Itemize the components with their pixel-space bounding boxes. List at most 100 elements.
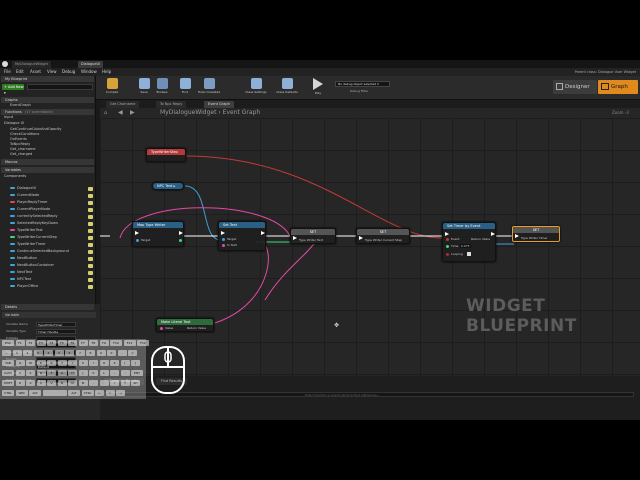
function-item[interactable]: Get_charged: [10, 152, 32, 157]
exec-in-pin[interactable]: [135, 231, 139, 235]
exec-out-pin[interactable]: [179, 231, 183, 235]
components-header[interactable]: Components: [4, 174, 26, 179]
variable-name: NextButtonContainer: [17, 263, 54, 267]
doc-tab-dialogueui[interactable]: DialogueUI: [78, 61, 104, 68]
visibility-eye-icon[interactable]: [88, 264, 93, 268]
keyboard-key: F9: [99, 340, 109, 346]
exec-out-pin[interactable]: [261, 231, 265, 235]
menu-view[interactable]: View: [47, 68, 57, 76]
details-section-variable[interactable]: Variable: [2, 312, 96, 318]
functions-header[interactable]: Functions (17 overridable): [1, 109, 94, 115]
compile-button[interactable]: Compile: [100, 77, 124, 99]
visibility-eye-icon[interactable]: [88, 222, 93, 226]
visibility-eye-icon[interactable]: [88, 187, 93, 191]
variable-item[interactable]: CurrentNode: [10, 193, 39, 198]
exec-in-pin[interactable]: [221, 231, 225, 235]
visibility-eye-icon[interactable]: [88, 271, 93, 275]
exec-in-pin[interactable]: [515, 234, 519, 238]
function-input[interactable]: Input: [4, 115, 13, 120]
hide-unrelated-button[interactable]: Hide Unrelated: [197, 77, 221, 99]
exec-in-pin[interactable]: [445, 232, 449, 236]
back-arrow-icon[interactable]: ◀: [118, 109, 123, 116]
designer-mode-button[interactable]: Designer: [553, 80, 597, 94]
forward-arrow-icon[interactable]: ▶: [130, 109, 135, 116]
class-defaults-button[interactable]: Class Defaults: [275, 77, 299, 99]
variable-item[interactable]: PlayerReplyTimer: [10, 200, 48, 205]
variable-item[interactable]: TypeWriterTimer: [10, 242, 46, 247]
variable-item[interactable]: NextButtonContainer: [10, 263, 54, 268]
variable-item[interactable]: currentlySelectedReply: [10, 214, 58, 219]
node-set-current-step[interactable]: SET Type Writer Current Step: [356, 228, 410, 244]
visibility-eye-icon[interactable]: [88, 285, 93, 289]
home-icon[interactable]: ⌂: [104, 110, 107, 116]
variable-item[interactable]: NPCText: [10, 277, 31, 282]
detail-value-field[interactable]: Timer Handle: [36, 329, 76, 334]
variable-item[interactable]: NextText: [10, 270, 32, 275]
variable-item[interactable]: ContinueSelectedBackground: [10, 249, 69, 254]
variable-item[interactable]: CurrentPlayerNode: [10, 207, 50, 212]
graph-mode-button[interactable]: Graph: [598, 80, 638, 94]
exec-in-pin[interactable]: [293, 236, 297, 240]
target-pin[interactable]: [222, 238, 225, 241]
time-pin[interactable]: [446, 245, 449, 248]
looping-checkbox[interactable]: [467, 252, 471, 256]
time-value-input[interactable]: 0.075: [460, 244, 471, 248]
menu-edit[interactable]: Edit: [16, 68, 24, 76]
function-dialogue-ui[interactable]: Dialogue UI: [4, 121, 24, 126]
menu-asset[interactable]: Asset: [30, 68, 41, 76]
menu-window[interactable]: Window: [81, 68, 97, 76]
variable-item[interactable]: TypeWriterCurrentStep: [10, 235, 57, 240]
doc-tab-mydialoguewidget[interactable]: MyDialogueWidget: [12, 61, 51, 68]
visibility-eye-icon[interactable]: [88, 201, 93, 205]
graph-item-eventgraph[interactable]: EventGraph: [10, 103, 31, 108]
menu-file[interactable]: File: [4, 68, 11, 76]
node-set-type-writer-text[interactable]: SET Type Writer Text: [290, 228, 336, 244]
visibility-eye-icon[interactable]: [88, 215, 93, 219]
tab-event-graph[interactable]: Event Graph: [204, 101, 234, 108]
visibility-eye-icon[interactable]: [88, 243, 93, 247]
node-typewriterstep-event[interactable]: TypeWriterStep: [146, 148, 186, 162]
variable-item[interactable]: PlayerOffice: [10, 284, 38, 289]
visibility-eye-icon[interactable]: [88, 250, 93, 254]
menu-help[interactable]: Help: [102, 68, 111, 76]
target-pin[interactable]: [136, 239, 139, 242]
variables-header[interactable]: Variables: [1, 167, 94, 173]
menu-debug[interactable]: Debug: [62, 68, 75, 76]
looping-pin[interactable]: [446, 253, 449, 256]
detail-value-field[interactable]: TypeWriterTimer: [36, 322, 76, 327]
variable-item[interactable]: NextButton: [10, 256, 37, 261]
visibility-eye-icon[interactable]: [88, 208, 93, 212]
keyboard-key: 5: [54, 350, 64, 356]
visibility-eye-icon[interactable]: [88, 257, 93, 261]
exec-in-pin[interactable]: [359, 236, 363, 240]
debug-object-select[interactable]: No debug object selected ▾: [335, 81, 390, 87]
add-new-button[interactable]: + Add New ▾: [2, 84, 24, 95]
variable-item[interactable]: DialogueUI: [10, 186, 36, 191]
macros-header[interactable]: Macros: [1, 159, 94, 165]
in-text-pin[interactable]: [222, 244, 225, 247]
value-pin[interactable]: [160, 327, 163, 330]
node-map-type-writer[interactable]: Map Type Writer Target: [132, 221, 184, 247]
tab-to-npc-reply[interactable]: To Npc Reply: [156, 101, 187, 108]
node-set-timer-by-event[interactable]: Set Timer by Event Event Return Value Ti…: [442, 222, 496, 262]
browse-button[interactable]: Browse: [150, 77, 174, 99]
event-graph-canvas[interactable]: TypeWriterStep NPC Text ▸ Map Type Write…: [100, 118, 640, 376]
node-set-type-writer-timer[interactable]: SET Type Writer Timer: [512, 226, 560, 242]
event-pin[interactable]: [446, 238, 449, 241]
node-set-text[interactable]: Set Text Target In Text: [218, 221, 266, 251]
find-button[interactable]: Find: [173, 77, 197, 99]
class-settings-button[interactable]: Class Settings: [244, 77, 268, 99]
tab-get-charname[interactable]: Get Charname: [106, 101, 140, 108]
play-button[interactable]: Play: [306, 77, 330, 99]
visibility-eye-icon[interactable]: [88, 278, 93, 282]
exec-out-pin[interactable]: [491, 232, 495, 236]
variable-item[interactable]: TypeWriterText: [10, 228, 43, 233]
visibility-eye-icon[interactable]: [88, 194, 93, 198]
len-pin[interactable]: [179, 239, 182, 242]
variable-item[interactable]: SelectedReplyKeyDown: [10, 221, 58, 226]
node-make-literal-text[interactable]: Make Literal Text Value Return Value: [156, 318, 214, 332]
blueprint-search-input[interactable]: [27, 84, 93, 90]
visibility-eye-icon[interactable]: [88, 229, 93, 233]
node-npc-text-getter[interactable]: NPC Text ▸: [152, 182, 184, 190]
visibility-eye-icon[interactable]: [88, 236, 93, 240]
